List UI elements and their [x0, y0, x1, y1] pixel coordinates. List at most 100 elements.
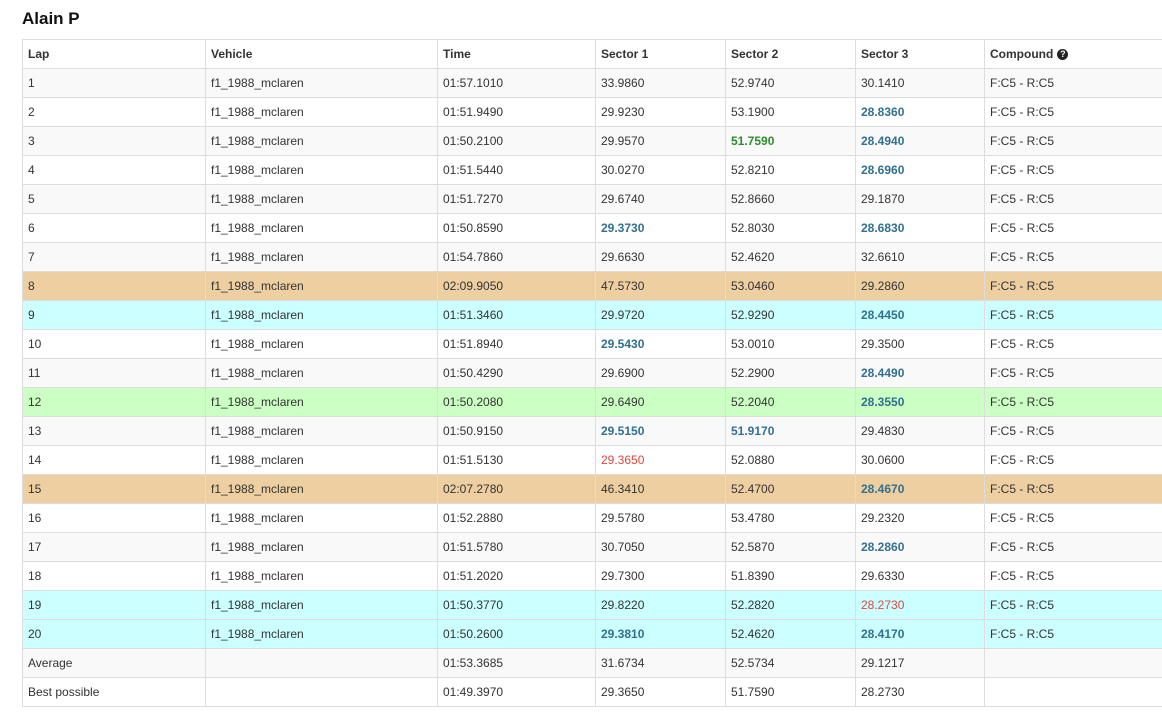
cell-compound: F:C5 - R:C5: [984, 619, 1162, 649]
laps-table: Lap Vehicle Time Sector 1 Sector 2 Secto…: [22, 39, 1162, 707]
cell-time: 01:49.3970: [437, 677, 596, 707]
cell-sector-2: 52.0880: [725, 445, 856, 475]
page-title: Alain P: [22, 9, 80, 28]
cell-sector-2: 52.2820: [725, 590, 856, 620]
table-row: 16 f1_1988_mclaren 01:52.2880 29.5780 53.478…: [22, 503, 1162, 533]
cell-sector-1: 30.7050: [595, 532, 726, 562]
cell-lap: 14: [22, 445, 206, 475]
cell-lap: 11: [22, 358, 206, 388]
cell-vehicle: f1_1988_mclaren: [205, 445, 438, 475]
cell-sector-3: 29.4830: [855, 416, 985, 446]
cell-vehicle: f1_1988_mclaren: [205, 474, 438, 504]
cell-time: 02:09.9050: [437, 271, 596, 301]
cell-lap: 17: [22, 532, 206, 562]
help-icon[interactable]: ?: [1057, 49, 1069, 61]
table-row: 5 f1_1988_mclaren 01:51.7270 29.6740 52.8660…: [22, 184, 1162, 214]
cell-compound: F:C5 - R:C5: [984, 68, 1162, 98]
cell-sector-3: 30.1410: [855, 68, 985, 98]
table-row: 8 f1_1988_mclaren 02:09.9050 47.5730 53.0460…: [22, 271, 1162, 301]
cell-sector-1: 29.3730: [595, 213, 726, 243]
cell-time: 01:57.1010: [437, 68, 596, 98]
cell-lap: 15: [22, 474, 206, 504]
cell-sector-3: 28.2730: [855, 590, 985, 620]
column-header-sector-2[interactable]: Sector 2: [725, 39, 856, 69]
cell-sector-3: 32.6610: [855, 242, 985, 272]
cell-sector-2: 51.7590: [725, 677, 856, 707]
cell-vehicle: f1_1988_mclaren: [205, 358, 438, 388]
cell-compound: [984, 648, 1162, 678]
cell-sector-2: 52.8660: [725, 184, 856, 214]
table-row: 17 f1_1988_mclaren 01:51.5780 30.7050 52.587…: [22, 532, 1162, 562]
column-header-vehicle[interactable]: Vehicle: [205, 39, 438, 69]
cell-sector-1: 29.7300: [595, 561, 726, 591]
cell-sector-1: 29.3810: [595, 619, 726, 649]
cell-sector-3: 30.0600: [855, 445, 985, 475]
table-row: 18 f1_1988_mclaren 01:51.2020 29.7300 51.839…: [22, 561, 1162, 591]
cell-vehicle: f1_1988_mclaren: [205, 155, 438, 185]
cell-lap: 20: [22, 619, 206, 649]
cell-lap: 16: [22, 503, 206, 533]
cell-sector-1: 30.0270: [595, 155, 726, 185]
cell-sector-2: 52.5734: [725, 648, 856, 678]
cell-sector-2: 52.9740: [725, 68, 856, 98]
column-header-time[interactable]: Time: [437, 39, 596, 69]
table-row: 19 f1_1988_mclaren 01:50.3770 29.8220 52.282…: [22, 590, 1162, 620]
cell-vehicle: f1_1988_mclaren: [205, 68, 438, 98]
cell-time: 01:51.2020: [437, 561, 596, 591]
cell-time: 01:50.3770: [437, 590, 596, 620]
cell-sector-2: 53.0010: [725, 329, 856, 359]
cell-vehicle: f1_1988_mclaren: [205, 590, 438, 620]
cell-sector-2: 52.4620: [725, 242, 856, 272]
cell-time: 01:50.8590: [437, 213, 596, 243]
cell-time: 01:51.9490: [437, 97, 596, 127]
cell-sector-2: 51.8390: [725, 561, 856, 591]
cell-sector-3: 29.1217: [855, 648, 985, 678]
cell-vehicle: f1_1988_mclaren: [205, 184, 438, 214]
cell-vehicle: f1_1988_mclaren: [205, 242, 438, 272]
column-header-lap[interactable]: Lap: [22, 39, 206, 69]
cell-sector-1: 29.5150: [595, 416, 726, 446]
cell-lap: 12: [22, 387, 206, 417]
cell-sector-3: 29.1870: [855, 184, 985, 214]
cell-vehicle: f1_1988_mclaren: [205, 126, 438, 156]
cell-sector-2: 53.0460: [725, 271, 856, 301]
cell-vehicle: f1_1988_mclaren: [205, 271, 438, 301]
table-row: 12 f1_1988_mclaren 01:50.2080 29.6490 52.204…: [22, 387, 1162, 417]
table-row: 13 f1_1988_mclaren 01:50.9150 29.5150 51.917…: [22, 416, 1162, 446]
summary-rows: Average 01:53.3685 31.6734 52.5734 29.1217 Be…: [22, 648, 1162, 707]
cell-sector-1: 29.9720: [595, 300, 726, 330]
cell-time: 01:51.5780: [437, 532, 596, 562]
cell-sector-2: 52.2900: [725, 358, 856, 388]
cell-time: 01:50.2600: [437, 619, 596, 649]
column-header-compound-label: Compound: [990, 47, 1054, 61]
cell-sector-2: 53.1900: [725, 97, 856, 127]
cell-vehicle: f1_1988_mclaren: [205, 300, 438, 330]
cell-vehicle: f1_1988_mclaren: [205, 619, 438, 649]
cell-sector-1: 29.3650: [595, 445, 726, 475]
cell-compound: F:C5 - R:C5: [984, 474, 1162, 504]
cell-sector-3: 29.3500: [855, 329, 985, 359]
cell-compound: F:C5 - R:C5: [984, 532, 1162, 562]
cell-sector-2: 52.9290: [725, 300, 856, 330]
cell-sector-1: 29.3650: [595, 677, 726, 707]
cell-sector-1: 29.5780: [595, 503, 726, 533]
cell-sector-2: 51.7590: [725, 126, 856, 156]
table-row: 11 f1_1988_mclaren 01:50.4290 29.6900 52.290…: [22, 358, 1162, 388]
cell-compound: F:C5 - R:C5: [984, 503, 1162, 533]
cell-summary-label: Average: [22, 648, 206, 678]
cell-sector-3: 28.6830: [855, 213, 985, 243]
column-header-compound[interactable]: Compound?: [984, 39, 1162, 69]
cell-compound: F:C5 - R:C5: [984, 300, 1162, 330]
column-header-sector-1[interactable]: Sector 1: [595, 39, 726, 69]
cell-time: 01:54.7860: [437, 242, 596, 272]
cell-sector-1: 29.6490: [595, 387, 726, 417]
column-header-sector-3[interactable]: Sector 3: [855, 39, 985, 69]
table-row: 4 f1_1988_mclaren 01:51.5440 30.0270 52.8210…: [22, 155, 1162, 185]
cell-vehicle: f1_1988_mclaren: [205, 97, 438, 127]
cell-compound: F:C5 - R:C5: [984, 387, 1162, 417]
table-row: 14 f1_1988_mclaren 01:51.5130 29.3650 52.088…: [22, 445, 1162, 475]
cell-sector-3: 28.3550: [855, 387, 985, 417]
cell-time: 02:07.2780: [437, 474, 596, 504]
cell-compound: F:C5 - R:C5: [984, 184, 1162, 214]
cell-time: 01:51.3460: [437, 300, 596, 330]
